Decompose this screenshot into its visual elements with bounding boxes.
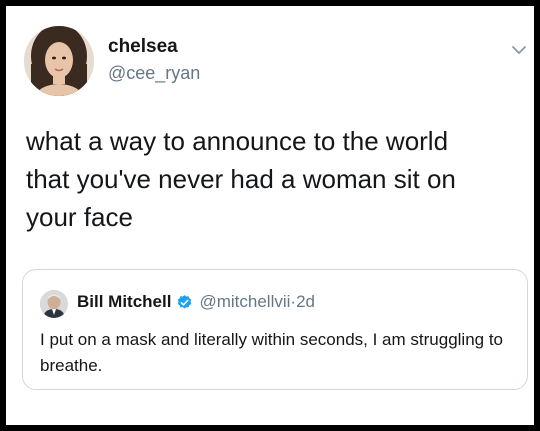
quoted-tweet-text: I put on a mask and literally within sec… (40, 330, 504, 375)
tweet-card: chelsea @cee_ryan what a way to announce… (6, 6, 534, 425)
quoted-display-name[interactable]: Bill Mitchell (77, 292, 171, 312)
quoted-avatar[interactable] (40, 290, 68, 318)
quoted-timestamp[interactable]: 2d (296, 292, 315, 312)
quoted-header: Bill Mitchell @mitchellvii · 2d (77, 292, 315, 312)
chevron-down-icon[interactable] (511, 44, 527, 56)
quoted-tweet[interactable]: Bill Mitchell @mitchellvii · 2d I put on… (22, 269, 528, 390)
display-name[interactable]: chelsea (108, 36, 178, 58)
verified-badge-icon (178, 294, 192, 309)
tweet-text: what a way to announce to the world that… (26, 126, 456, 232)
avatar[interactable] (24, 26, 94, 96)
user-handle[interactable]: @cee_ryan (108, 63, 200, 84)
quoted-handle[interactable]: @mitchellvii (199, 292, 290, 312)
